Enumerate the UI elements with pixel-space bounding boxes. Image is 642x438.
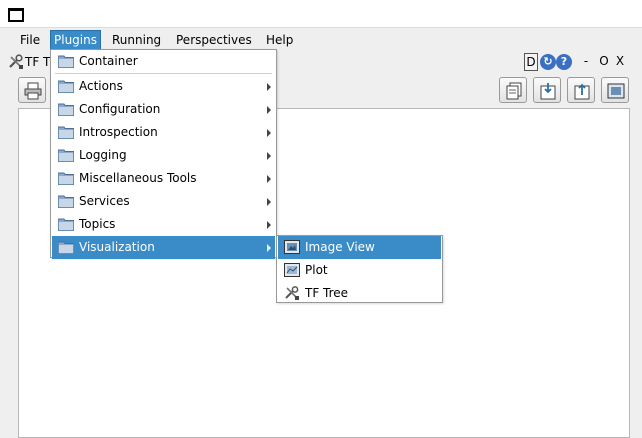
submenu-item-label: Image View [305, 240, 375, 254]
menu-item-visualization[interactable]: Visualization [52, 236, 275, 259]
menu-item-label: Visualization [79, 240, 155, 254]
submenu-arrow-icon [267, 175, 271, 183]
close-label: X [615, 54, 625, 68]
submenu-arrow-icon [267, 221, 271, 229]
menu-item-label: Container [79, 54, 138, 68]
plugin-header-buttons: D ↻ ? - O X [524, 53, 634, 71]
folder-icon [58, 172, 74, 185]
menu-separator [55, 73, 272, 74]
menu-help[interactable]: Help [262, 30, 297, 50]
menu-help-label: Help [266, 33, 294, 47]
save-icon [540, 83, 556, 100]
save-button[interactable] [533, 77, 561, 103]
minimize-label: - [583, 54, 589, 68]
folder-icon [58, 55, 74, 68]
dock-label: D [526, 55, 536, 69]
menu-item-configuration[interactable]: Configuration [52, 98, 275, 121]
reload-glyph: ↻ [543, 55, 553, 68]
folder-icon [58, 103, 74, 116]
folder-icon [58, 126, 74, 139]
menu-plugins-label: Plugins [54, 33, 97, 47]
close-button[interactable]: X [614, 53, 626, 71]
submenu-item-image-view[interactable]: Image View [278, 236, 441, 259]
menu-item-actions[interactable]: Actions [52, 75, 275, 98]
image-icon [284, 240, 300, 254]
menu-item-label: Configuration [79, 102, 161, 116]
float-label: O [599, 54, 609, 68]
menu-item-container[interactable]: Container [52, 50, 275, 73]
tools-icon [285, 286, 299, 300]
submenu-arrow-icon [267, 198, 271, 206]
submenu-item-tf-tree[interactable]: TF Tree [278, 282, 441, 305]
help-icon[interactable]: ? [556, 54, 572, 70]
submenu-item-label: TF Tree [305, 286, 349, 300]
menu-item-label: Logging [79, 148, 127, 162]
folder-icon [58, 149, 74, 162]
load-icon [574, 83, 590, 100]
plugins-menu: Container Actions Configuration Introspe… [50, 49, 277, 259]
visualization-submenu: Image View Plot TF Tree [276, 235, 443, 303]
tools-icon [9, 54, 23, 69]
submenu-arrow-icon [267, 83, 271, 91]
menu-item-label: Services [79, 194, 130, 208]
menu-perspectives-label: Perspectives [176, 33, 252, 47]
copy-icon [506, 82, 522, 100]
window-title-bar [0, 0, 642, 28]
menu-item-topics[interactable]: Topics [52, 213, 275, 236]
menu-running-label: Running [112, 33, 162, 47]
image-icon [284, 263, 300, 277]
folder-icon [58, 195, 74, 208]
menu-item-label: Introspection [79, 125, 158, 139]
copy-button[interactable] [499, 77, 527, 103]
minimize-button[interactable]: - [580, 53, 592, 71]
menu-file[interactable]: File [16, 30, 44, 50]
submenu-item-plot[interactable]: Plot [278, 259, 441, 282]
submenu-arrow-icon [267, 129, 271, 137]
image-button[interactable] [601, 77, 629, 103]
submenu-arrow-icon [267, 152, 271, 160]
help-glyph: ? [560, 55, 568, 68]
menu-running[interactable]: Running [108, 30, 165, 50]
submenu-item-label: Plot [305, 263, 328, 277]
folder-icon [58, 80, 74, 93]
menu-plugins[interactable]: Plugins [50, 30, 101, 50]
folder-icon [58, 218, 74, 231]
printer-icon [24, 82, 42, 100]
menu-item-label: Miscellaneous Tools [79, 171, 197, 185]
print-button[interactable] [18, 77, 46, 103]
dock-button[interactable]: D [524, 53, 538, 71]
menu-item-services[interactable]: Services [52, 190, 275, 213]
folder-icon [58, 241, 74, 254]
window-icon [8, 8, 24, 22]
menu-file-label: File [20, 33, 41, 47]
float-button[interactable]: O [598, 53, 610, 71]
menu-item-label: Actions [79, 79, 123, 93]
submenu-arrow-icon [267, 106, 271, 114]
reload-icon[interactable]: ↻ [540, 54, 556, 70]
menu-item-miscellaneous-tools[interactable]: Miscellaneous Tools [52, 167, 275, 190]
menu-item-logging[interactable]: Logging [52, 144, 275, 167]
load-button[interactable] [567, 77, 595, 103]
menu-item-introspection[interactable]: Introspection [52, 121, 275, 144]
menu-perspectives[interactable]: Perspectives [172, 30, 256, 50]
menu-item-label: Topics [79, 217, 116, 231]
image-icon [607, 83, 625, 99]
menu-bar: File Plugins Running Perspectives Help [0, 28, 642, 50]
submenu-arrow-icon [267, 244, 271, 252]
plugin-title: TF T [25, 55, 51, 69]
